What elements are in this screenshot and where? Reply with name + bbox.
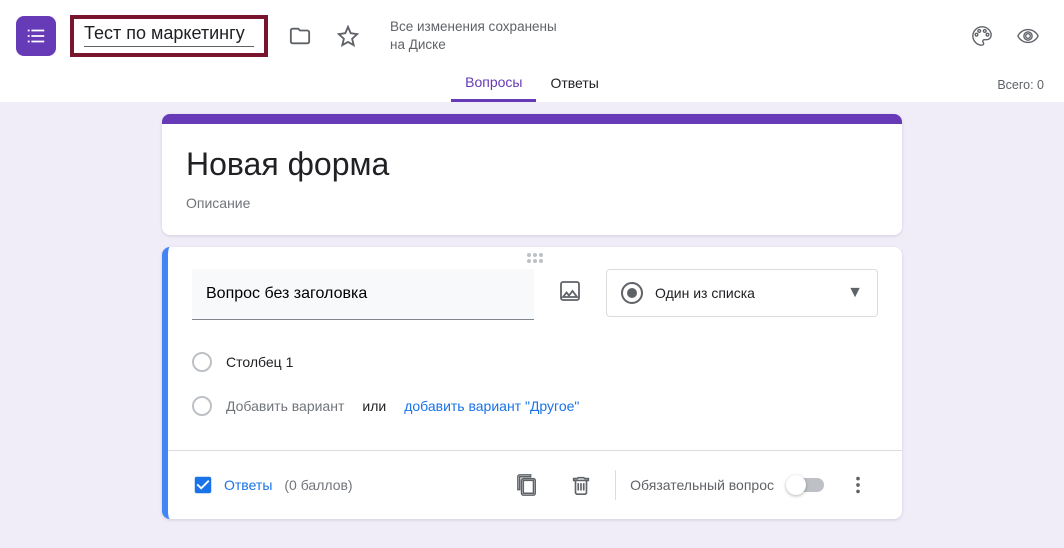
header-top-row: Все изменения сохранены на Диске [16,8,1048,64]
radio-type-icon [621,282,643,304]
form-title-card[interactable]: Новая форма Описание [162,114,902,235]
form-description-text[interactable]: Описание [186,195,878,211]
question-body: Один из списка ▼ Столбец 1 Добавить вари… [168,269,902,450]
question-footer: Ответы (0 баллов) Обязательный вопрос [168,450,902,519]
copy-icon [516,474,538,496]
trash-icon [570,474,592,496]
add-option-button[interactable]: Добавить вариант [226,398,344,414]
question-card: Один из списка ▼ Столбец 1 Добавить вари… [162,247,902,519]
star-icon [337,25,359,47]
move-to-folder-button[interactable] [280,16,320,56]
main-area: Новая форма Описание Один из списка ▼ [0,102,1064,543]
points-label: (0 баллов) [284,477,352,493]
required-label: Обязательный вопрос [630,477,774,493]
customize-theme-button[interactable] [962,16,1002,56]
drag-dots-icon [527,253,543,263]
radio-icon [192,352,212,372]
tab-responses[interactable]: Ответы [536,64,612,102]
folder-icon [289,25,311,47]
question-type-label: Один из списка [655,285,835,301]
delete-button[interactable] [561,465,601,505]
add-option-row: Добавить вариант или добавить вариант "Д… [192,388,878,424]
more-vert-icon [847,474,869,496]
app-header: Все изменения сохранены на Диске Вопросы… [0,0,1064,102]
add-image-button[interactable] [548,269,592,313]
answers-label: Ответы [224,477,272,493]
option-row-1[interactable]: Столбец 1 [192,344,878,380]
option-1-text[interactable]: Столбец 1 [226,354,293,370]
form-title-input[interactable] [84,23,254,47]
radio-icon [192,396,212,416]
required-toggle[interactable] [788,478,824,492]
title-highlight-box [70,15,268,57]
add-other-button[interactable]: добавить вариант "Другое" [404,398,579,414]
question-title-input[interactable] [192,269,534,320]
star-button[interactable] [328,16,368,56]
eye-icon [1017,25,1039,47]
preview-button[interactable] [1008,16,1048,56]
tab-questions[interactable]: Вопросы [451,64,536,102]
more-options-button[interactable] [838,465,878,505]
total-points-label: Всего: 0 [997,78,1044,92]
save-status-text: Все изменения сохранены на Диске [390,18,570,53]
drag-handle[interactable] [168,247,902,269]
image-icon [558,279,582,303]
duplicate-button[interactable] [507,465,547,505]
forms-logo-icon [25,25,47,47]
footer-divider [615,470,616,500]
tabs-row: Вопросы Ответы Всего: 0 [16,64,1048,102]
header-actions [962,16,1048,56]
form-title-text[interactable]: Новая форма [186,146,878,183]
answer-key-button[interactable]: Ответы [192,474,272,496]
palette-icon [971,25,993,47]
question-type-dropdown[interactable]: Один из списка ▼ [606,269,878,317]
or-separator: или [362,398,386,414]
forms-logo[interactable] [16,16,56,56]
chevron-down-icon: ▼ [847,284,863,302]
form-container: Новая форма Описание Один из списка ▼ [162,114,902,531]
check-box-icon [192,474,214,496]
question-top-row: Один из списка ▼ [192,269,878,320]
